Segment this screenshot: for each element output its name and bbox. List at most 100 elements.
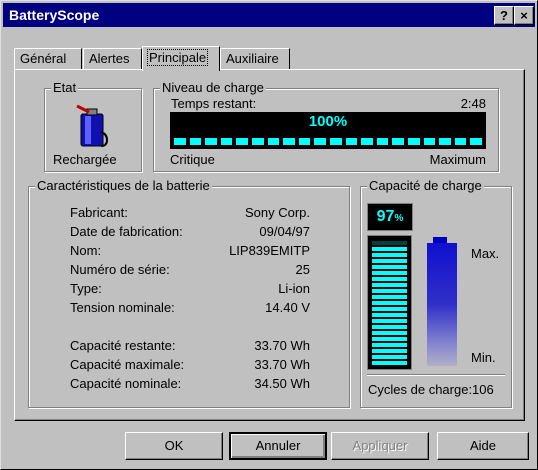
level-min-label: Critique (170, 152, 215, 167)
tab-general-label: Général (20, 51, 67, 66)
spec-key: Numéro de série: (70, 262, 170, 277)
capacity-row: Capacité nominale: 34.50 Wh (70, 376, 310, 395)
capacity-segment (372, 343, 407, 347)
capacity-key: Capacité restante: (70, 338, 176, 353)
capacity-max-label: Max. (471, 246, 500, 261)
spec-value: 14.40 V (265, 300, 310, 315)
spec-key: Fabricant: (70, 205, 128, 220)
charge-segment (220, 138, 233, 145)
capacite-group-label: Capacité de charge (367, 178, 484, 193)
etat-status: Rechargée (53, 152, 117, 167)
tab-principale[interactable]: Principale (142, 46, 220, 71)
charge-segment (314, 138, 326, 145)
capacity-segment (372, 241, 407, 245)
capacity-segment (372, 277, 407, 281)
niveau-group-label: Niveau de charge (160, 80, 266, 95)
capacity-percent: 97 (376, 208, 395, 225)
apply-button[interactable]: Appliquer (331, 432, 429, 460)
capacity-segment (372, 361, 407, 365)
spec-key: Nom: (70, 243, 102, 258)
charge-level-bar: 100% (170, 112, 486, 149)
charge-segment (329, 138, 342, 145)
charge-segment (439, 138, 451, 145)
charge-segment (407, 138, 420, 145)
tab-principale-label: Principale (146, 49, 209, 66)
capacity-segment (372, 313, 407, 317)
etat-group-label: Etat (51, 80, 79, 95)
capacity-segment (372, 253, 407, 257)
title-bar[interactable]: BatteryScope ? × (3, 3, 535, 27)
capacity-segment (372, 349, 407, 353)
charge-segment (454, 138, 467, 145)
capacity-level-gauge (367, 235, 412, 370)
capacity-segment (372, 301, 407, 305)
charge-segment (283, 138, 295, 145)
tab-alertes-label: Alertes (89, 51, 130, 66)
capacity-segment (372, 259, 407, 263)
help-button[interactable]: Aide (437, 432, 529, 460)
charge-segment (205, 138, 217, 145)
capacity-segment (372, 337, 407, 341)
capacity-min-label: Min. (471, 350, 496, 365)
time-remaining-label: Temps restant: (171, 96, 257, 111)
battery-capacity-icon (427, 243, 457, 366)
capacite-divider (367, 374, 505, 376)
spec-row: Fabricant: Sony Corp. (70, 205, 310, 224)
charge-level-percent: 100% (308, 113, 348, 130)
charge-segment (174, 138, 186, 145)
capacity-level-fill (372, 241, 407, 365)
spec-key: Type: (70, 281, 102, 296)
charge-segment (470, 138, 482, 145)
capacity-segment (372, 355, 407, 359)
capacity-key: Capacité maximale: (70, 357, 185, 372)
capacity-segment (372, 265, 407, 269)
spec-value: Li-ion (278, 281, 310, 296)
ok-button[interactable]: OK (125, 432, 223, 460)
tab-general[interactable]: Général (14, 48, 82, 69)
capacity-percent-display: 97% (367, 203, 413, 231)
spec-row: Tension nominale: 14.40 V (70, 300, 310, 319)
caracteristiques-group-label: Caractéristiques de la batterie (35, 178, 212, 193)
spec-value: 09/04/97 (259, 224, 310, 239)
spec-value: Sony Corp. (244, 205, 310, 220)
spec-value: LIP839EMITP (229, 243, 310, 258)
level-max-label: Maximum (429, 152, 486, 167)
charge-segment (423, 138, 436, 145)
charge-segment (345, 138, 358, 145)
tab-auxiliaire[interactable]: Auxiliaire (220, 48, 290, 69)
charge-segment (361, 138, 373, 145)
close-title-button[interactable]: × (514, 6, 534, 25)
capacity-segment (372, 295, 407, 299)
charge-segment (189, 138, 202, 145)
capacity-row: Capacité restante: 33.70 Wh (70, 338, 310, 357)
battery-charging-icon (76, 104, 109, 147)
charge-segment (236, 138, 248, 145)
capacity-segment (372, 325, 407, 329)
charge-segment (267, 138, 280, 145)
charge-segment (298, 138, 311, 145)
capacity-value: 34.50 Wh (254, 376, 310, 391)
capacity-segment (372, 247, 407, 251)
spec-key: Date de fabrication: (70, 224, 183, 239)
spec-row: Date de fabrication: 09/04/97 (70, 224, 310, 243)
capacity-segment (372, 289, 407, 293)
spec-row: Nom: LIP839EMITP (70, 243, 310, 262)
capacity-segment (372, 307, 407, 311)
charge-segment (376, 138, 389, 145)
capacity-segment (372, 319, 407, 323)
cancel-button[interactable]: Annuler (229, 432, 327, 460)
window-title: BatteryScope (9, 7, 100, 23)
help-title-button[interactable]: ? (494, 6, 514, 25)
tab-auxiliaire-label: Auxiliaire (226, 51, 279, 66)
capacity-percent-sign: % (394, 213, 404, 224)
capacity-segment (372, 283, 407, 287)
spec-row: Numéro de série: 25 (70, 262, 310, 281)
charge-level-fill (174, 138, 482, 145)
capacity-segment (372, 331, 407, 335)
capacity-row: Capacité maximale: 33.70 Wh (70, 357, 310, 376)
battery-specs: Fabricant: Sony Corp. Date de fabrication… (70, 205, 310, 395)
tab-alertes[interactable]: Alertes (83, 48, 142, 69)
capacity-key: Capacité nominale: (70, 376, 182, 391)
spec-key: Tension nominale: (70, 300, 175, 315)
spec-row: Type: Li-ion (70, 281, 310, 300)
